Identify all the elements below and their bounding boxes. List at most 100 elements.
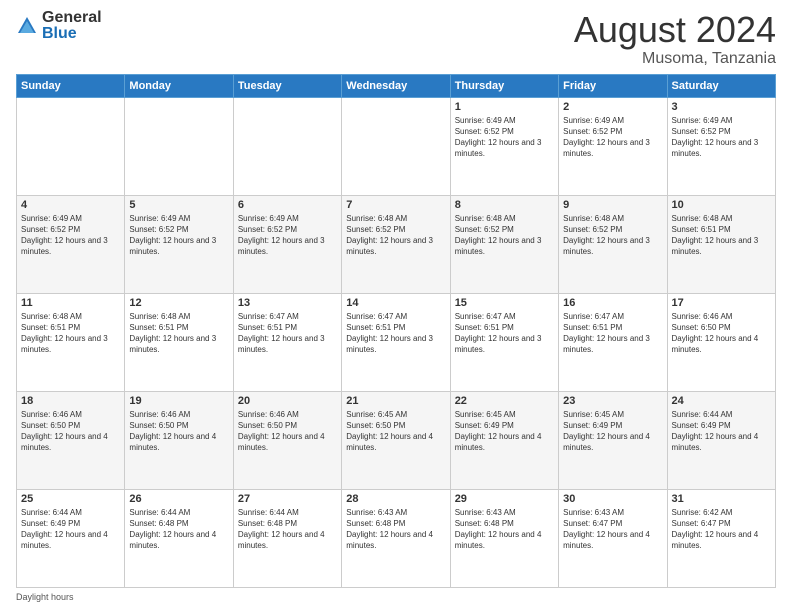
- day-info: Sunrise: 6:48 AMSunset: 6:52 PMDaylight:…: [346, 213, 445, 258]
- calendar-cell: 6Sunrise: 6:49 AMSunset: 6:52 PMDaylight…: [233, 195, 341, 293]
- title-month: August 2024: [574, 10, 776, 50]
- day-info: Sunrise: 6:49 AMSunset: 6:52 PMDaylight:…: [238, 213, 337, 258]
- calendar-cell: 25 Sunrise: 6:44 AMSunset: 6:49 PMDayligh…: [17, 489, 125, 587]
- calendar-cell: 17Sunrise: 6:46 AMSunset: 6:50 PMDayligh…: [667, 293, 775, 391]
- day-info: Sunrise: 6:49 AMSunset: 6:52 PMDaylight:…: [21, 213, 120, 258]
- day-number: 4: [21, 199, 120, 211]
- title-block: August 2024 Musoma, Tanzania: [574, 10, 776, 68]
- logo-general: General: [42, 10, 102, 26]
- day-number: 21: [346, 395, 445, 407]
- day-number: 22: [455, 395, 554, 407]
- calendar-cell: 10 Sunrise: 6:48 AMSunset: 6:51 PMDayligh…: [667, 195, 775, 293]
- calendar-cell: 22 Sunrise: 6:45 AMSunset: 6:49 PMDayligh…: [450, 391, 558, 489]
- calendar-cell: 4 Sunrise: 6:49 AMSunset: 6:52 PMDaylight…: [17, 195, 125, 293]
- calendar-cell: 19 Sunrise: 6:46 AMSunset: 6:50 PMDayligh…: [125, 391, 233, 489]
- calendar-cell: 24 Sunrise: 6:44 AMSunset: 6:49 PMDayligh…: [667, 391, 775, 489]
- logo-icon: [16, 15, 38, 37]
- col-friday: Friday: [559, 74, 667, 97]
- title-location: Musoma, Tanzania: [574, 50, 776, 68]
- calendar-cell: 9Sunrise: 6:48 AMSunset: 6:52 PMDaylight…: [559, 195, 667, 293]
- day-info: Sunrise: 6:44 AMSunset: 6:49 PMDaylight:…: [672, 409, 771, 454]
- day-number: 18: [21, 395, 120, 407]
- calendar-cell: [17, 97, 125, 195]
- day-number: 23: [563, 395, 662, 407]
- day-number: 25: [21, 493, 120, 505]
- day-number: 27: [238, 493, 337, 505]
- day-number: 17: [672, 297, 771, 309]
- logo-text: General Blue: [42, 10, 102, 42]
- day-info: Sunrise: 6:49 AMSunset: 6:52 PMDaylight:…: [455, 115, 554, 160]
- calendar-cell: 12 Sunrise: 6:48 AMSunset: 6:51 PMDayligh…: [125, 293, 233, 391]
- day-number: 14: [346, 297, 445, 309]
- page: General Blue August 2024 Musoma, Tanzani…: [0, 0, 792, 612]
- footer: Daylight hours: [16, 592, 776, 602]
- day-number: 12: [129, 297, 228, 309]
- calendar-header-row: Sunday Monday Tuesday Wednesday Thursday…: [17, 74, 776, 97]
- calendar-cell: 30 Sunrise: 6:43 AMSunset: 6:47 PMDayligh…: [559, 489, 667, 587]
- calendar-cell: 5Sunrise: 6:49 AMSunset: 6:52 PMDaylight…: [125, 195, 233, 293]
- calendar-cell: 15 Sunrise: 6:47 AMSunset: 6:51 PMDayligh…: [450, 293, 558, 391]
- day-info: Sunrise: 6:48 AMSunset: 6:52 PMDaylight:…: [563, 213, 662, 258]
- calendar-cell: [125, 97, 233, 195]
- calendar-week-0: 1 Sunrise: 6:49 AMSunset: 6:52 PMDaylight…: [17, 97, 776, 195]
- day-info: Sunrise: 6:46 AMSunset: 6:50 PMDaylight:…: [129, 409, 228, 454]
- calendar-cell: 16Sunrise: 6:47 AMSunset: 6:51 PMDayligh…: [559, 293, 667, 391]
- calendar-cell: 28 Sunrise: 6:43 AMSunset: 6:48 PMDayligh…: [342, 489, 450, 587]
- col-thursday: Thursday: [450, 74, 558, 97]
- calendar-cell: 8Sunrise: 6:48 AMSunset: 6:52 PMDaylight…: [450, 195, 558, 293]
- calendar-cell: 26 Sunrise: 6:44 AMSunset: 6:48 PMDayligh…: [125, 489, 233, 587]
- day-info: Sunrise: 6:48 AMSunset: 6:51 PMDaylight:…: [21, 311, 120, 356]
- calendar-cell: 23Sunrise: 6:45 AMSunset: 6:49 PMDayligh…: [559, 391, 667, 489]
- calendar-cell: 7 Sunrise: 6:48 AMSunset: 6:52 PMDaylight…: [342, 195, 450, 293]
- col-saturday: Saturday: [667, 74, 775, 97]
- day-info: Sunrise: 6:45 AMSunset: 6:49 PMDaylight:…: [455, 409, 554, 454]
- day-number: 26: [129, 493, 228, 505]
- day-info: Sunrise: 6:42 AMSunset: 6:47 PMDaylight:…: [672, 507, 771, 552]
- calendar-cell: 1 Sunrise: 6:49 AMSunset: 6:52 PMDaylight…: [450, 97, 558, 195]
- day-number: 30: [563, 493, 662, 505]
- col-tuesday: Tuesday: [233, 74, 341, 97]
- day-info: Sunrise: 6:47 AMSunset: 6:51 PMDaylight:…: [455, 311, 554, 356]
- day-info: Sunrise: 6:49 AMSunset: 6:52 PMDaylight:…: [563, 115, 662, 160]
- logo: General Blue: [16, 10, 102, 42]
- day-number: 15: [455, 297, 554, 309]
- day-number: 8: [455, 199, 554, 211]
- calendar-cell: [342, 97, 450, 195]
- day-info: Sunrise: 6:43 AMSunset: 6:47 PMDaylight:…: [563, 507, 662, 552]
- daylight-label: Daylight hours: [16, 592, 74, 602]
- calendar-cell: 29 Sunrise: 6:43 AMSunset: 6:48 PMDayligh…: [450, 489, 558, 587]
- calendar-week-4: 25 Sunrise: 6:44 AMSunset: 6:49 PMDayligh…: [17, 489, 776, 587]
- day-number: 20: [238, 395, 337, 407]
- calendar-cell: 13Sunrise: 6:47 AMSunset: 6:51 PMDayligh…: [233, 293, 341, 391]
- day-number: 31: [672, 493, 771, 505]
- calendar-cell: 21 Sunrise: 6:45 AMSunset: 6:50 PMDayligh…: [342, 391, 450, 489]
- day-info: Sunrise: 6:48 AMSunset: 6:51 PMDaylight:…: [129, 311, 228, 356]
- day-number: 13: [238, 297, 337, 309]
- logo-blue: Blue: [42, 26, 102, 42]
- day-info: Sunrise: 6:45 AMSunset: 6:50 PMDaylight:…: [346, 409, 445, 454]
- calendar-cell: [233, 97, 341, 195]
- day-info: Sunrise: 6:44 AMSunset: 6:48 PMDaylight:…: [129, 507, 228, 552]
- day-number: 28: [346, 493, 445, 505]
- day-info: Sunrise: 6:49 AMSunset: 6:52 PMDaylight:…: [129, 213, 228, 258]
- day-info: Sunrise: 6:48 AMSunset: 6:51 PMDaylight:…: [672, 213, 771, 258]
- day-info: Sunrise: 6:47 AMSunset: 6:51 PMDaylight:…: [346, 311, 445, 356]
- day-info: Sunrise: 6:44 AMSunset: 6:49 PMDaylight:…: [21, 507, 120, 552]
- day-info: Sunrise: 6:43 AMSunset: 6:48 PMDaylight:…: [455, 507, 554, 552]
- day-info: Sunrise: 6:43 AMSunset: 6:48 PMDaylight:…: [346, 507, 445, 552]
- calendar-week-3: 18 Sunrise: 6:46 AMSunset: 6:50 PMDayligh…: [17, 391, 776, 489]
- calendar-cell: 27Sunrise: 6:44 AMSunset: 6:48 PMDayligh…: [233, 489, 341, 587]
- day-number: 1: [455, 101, 554, 113]
- calendar-cell: 18Sunrise: 6:46 AMSunset: 6:50 PMDayligh…: [17, 391, 125, 489]
- calendar-week-1: 4 Sunrise: 6:49 AMSunset: 6:52 PMDaylight…: [17, 195, 776, 293]
- day-number: 29: [455, 493, 554, 505]
- day-number: 19: [129, 395, 228, 407]
- day-number: 11: [21, 297, 120, 309]
- day-number: 2: [563, 101, 662, 113]
- day-number: 24: [672, 395, 771, 407]
- day-info: Sunrise: 6:47 AMSunset: 6:51 PMDaylight:…: [563, 311, 662, 356]
- day-number: 10: [672, 199, 771, 211]
- calendar-week-2: 11 Sunrise: 6:48 AMSunset: 6:51 PMDayligh…: [17, 293, 776, 391]
- day-info: Sunrise: 6:49 AMSunset: 6:52 PMDaylight:…: [672, 115, 771, 160]
- day-number: 7: [346, 199, 445, 211]
